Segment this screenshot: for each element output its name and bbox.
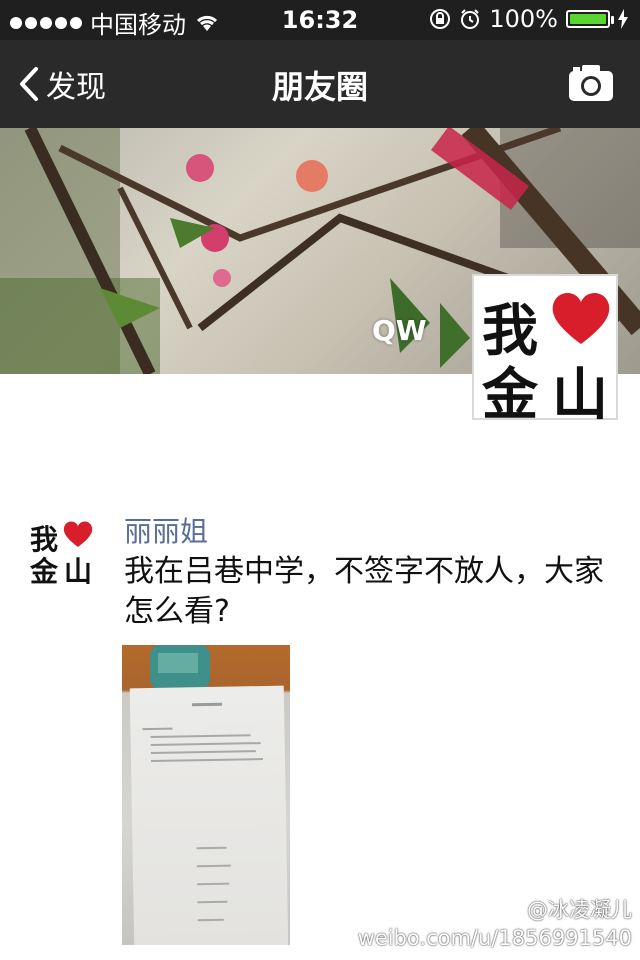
alarm-icon <box>461 9 480 29</box>
document-text-lines <box>142 702 263 922</box>
status-bar: 中国移动 16:32 100% <box>0 0 640 40</box>
status-right: 100% <box>429 5 628 33</box>
rotation-lock-icon <box>430 9 451 29</box>
nav-bar: 发现 朋友圈 <box>0 40 640 128</box>
logo-char-shan-small: 山 <box>64 555 93 588</box>
weibo-username: @冰凌凝儿 <box>527 898 632 922</box>
weibo-user: @冰凌凝儿 <box>358 896 632 924</box>
logo-char-shan: 山 <box>552 362 608 428</box>
battery-percent: 100% <box>489 5 558 33</box>
bottle-image <box>150 645 210 689</box>
battery-fill <box>570 14 606 24</box>
weibo-url: weibo.com/u/1856991540 <box>357 926 632 950</box>
heart-icon <box>63 521 93 547</box>
weibo-watermark: @冰凌凝儿 weibo.com/u/1856991540 <box>358 896 632 952</box>
profile-avatar[interactable]: 我 金 山 <box>472 274 618 428</box>
weibo-icon <box>492 901 520 922</box>
camera-icon <box>569 65 613 101</box>
post-author-name[interactable]: 丽丽姐 <box>124 510 208 550</box>
battery-icon <box>566 10 614 28</box>
page-title: 朋友圈 <box>271 68 368 106</box>
heart-icon <box>552 293 610 344</box>
camera-button[interactable] <box>568 64 614 106</box>
document-paper <box>129 685 289 945</box>
post-author-avatar[interactable]: 我 金 山 <box>22 510 100 588</box>
logo-char-jin: 金 <box>482 362 538 428</box>
cover-watermark: QW <box>372 314 427 347</box>
post-text: 我在吕巷中学，不签字不放人，大家怎么看? <box>124 554 604 629</box>
post-photo[interactable] <box>122 645 290 945</box>
logo-char-jin-small: 金 <box>30 555 59 588</box>
charging-icon <box>618 9 628 29</box>
